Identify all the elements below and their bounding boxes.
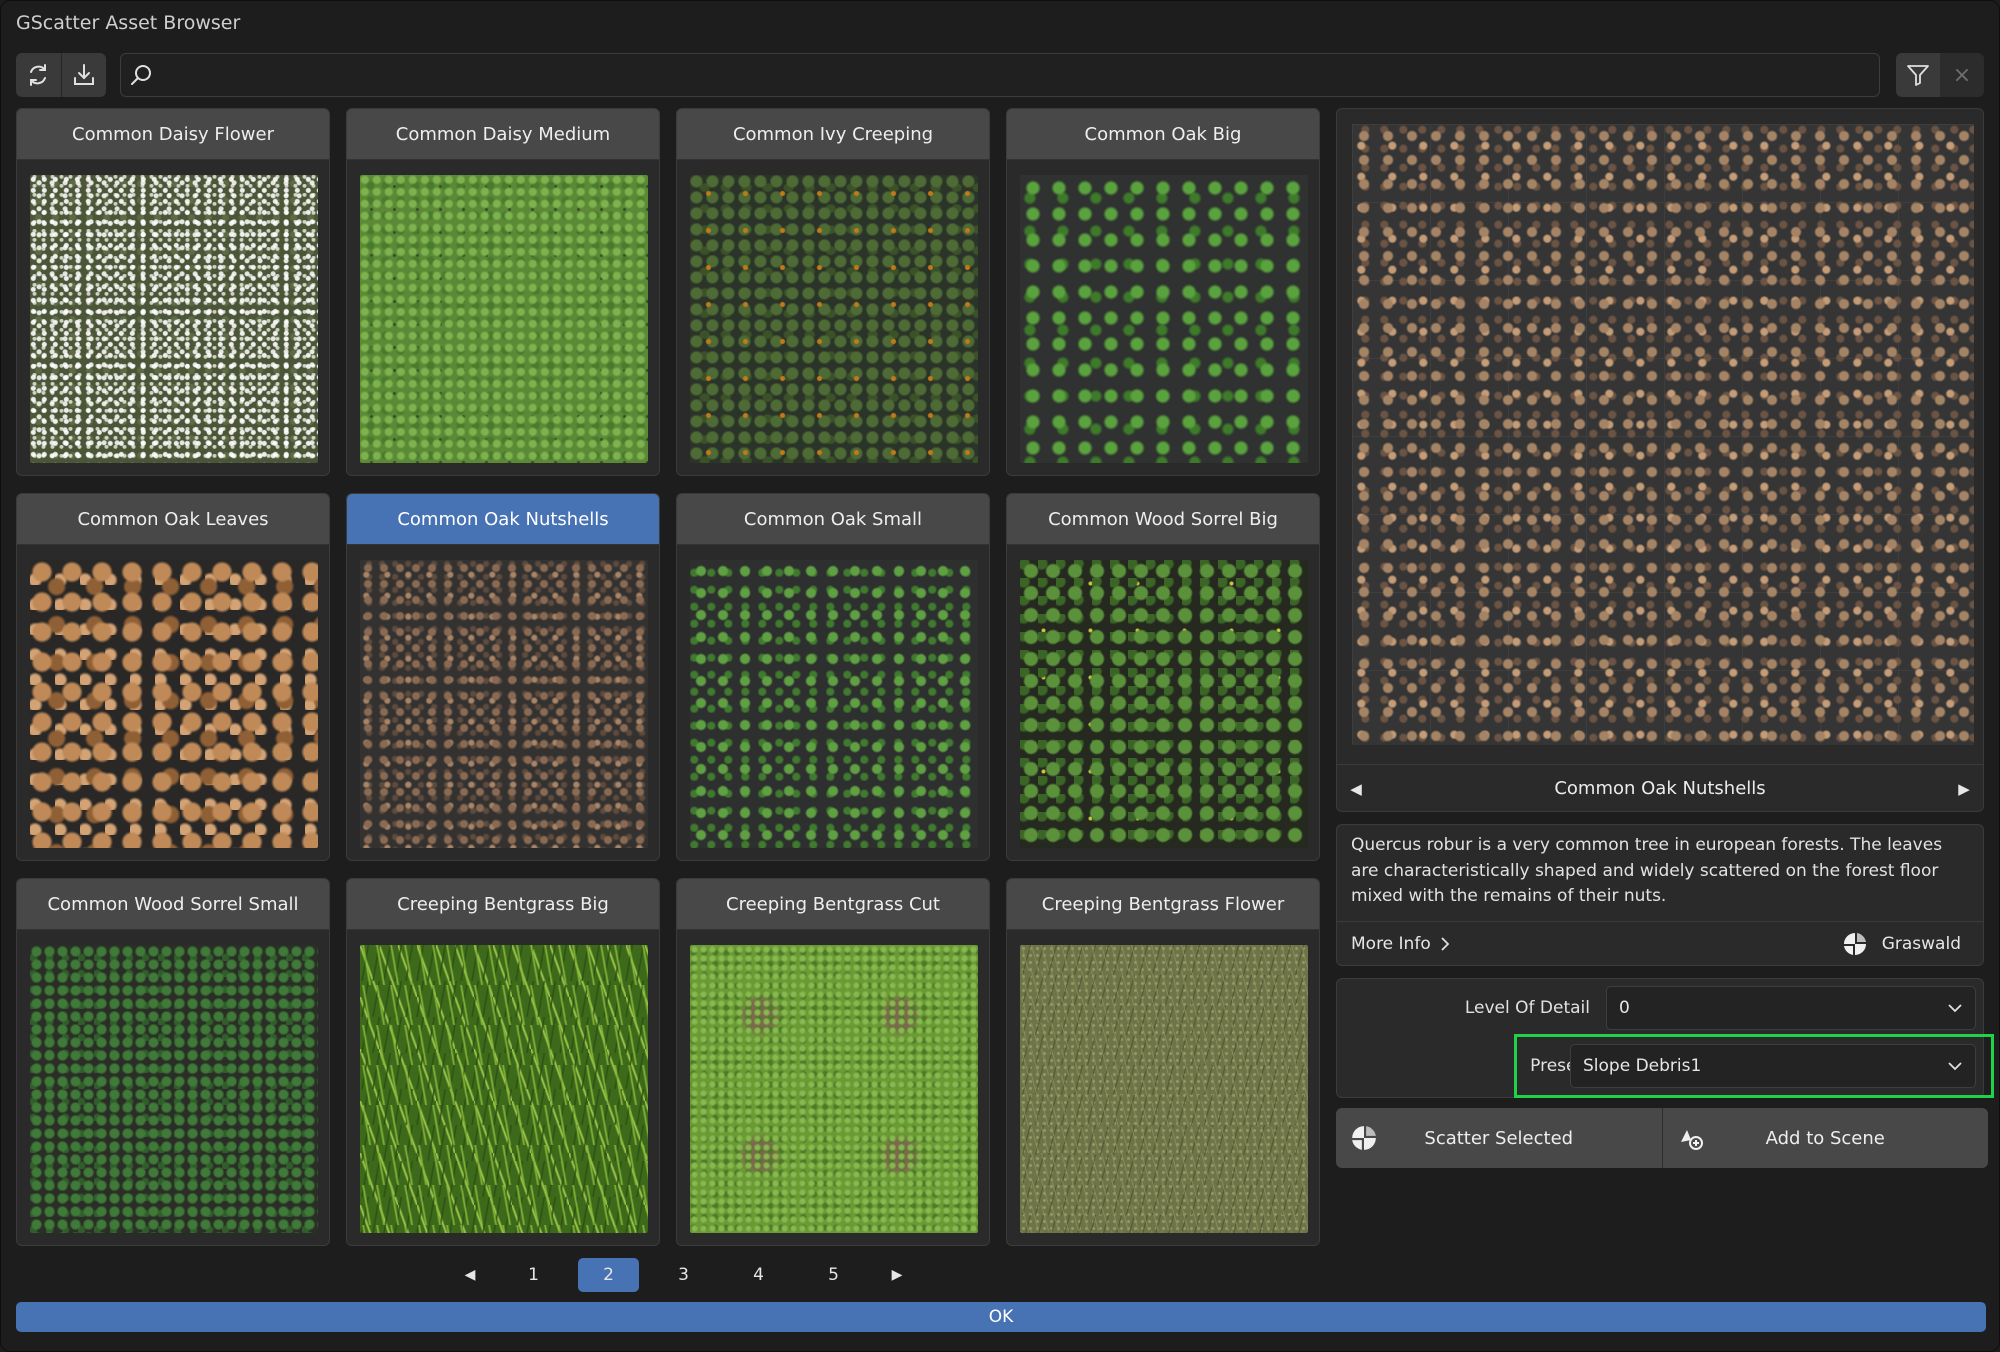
asset-card-title: Common Wood Sorrel Small	[17, 879, 329, 930]
asset-card-common-oak-leaves[interactable]: Common Oak Leaves	[16, 493, 330, 861]
asset-card-title: Common Oak Nutshells	[347, 494, 659, 545]
scatter-selected-label: Scatter Selected	[1424, 1127, 1574, 1149]
download-button[interactable]	[60, 53, 107, 97]
asset-card-creeping-bentgrass-flower[interactable]: Creeping Bentgrass Flower	[1006, 878, 1320, 1246]
author-link[interactable]: Graswald	[1842, 931, 1961, 957]
lod-label: Level Of Detail	[1464, 998, 1590, 1018]
filter-button[interactable]	[1896, 53, 1940, 97]
info-row: More Info Graswald	[1337, 921, 1983, 965]
asset-thumbnail	[360, 175, 648, 463]
search-bar	[120, 53, 1880, 97]
asset-card-common-oak-nutshells[interactable]: Common Oak Nutshells	[346, 493, 660, 861]
page-2-button[interactable]: 2	[578, 1258, 639, 1292]
asset-thumbnail	[30, 945, 318, 1233]
asset-thumbnail	[690, 560, 978, 848]
asset-thumbnail	[30, 175, 318, 463]
page-3-button[interactable]: 3	[646, 1258, 721, 1292]
asset-thumbnail	[690, 945, 978, 1233]
asset-description: Quercus robur is a very common tree in e…	[1351, 835, 1943, 906]
next-asset-button[interactable]: ▶	[1944, 769, 1984, 809]
page-1-button[interactable]: 1	[496, 1258, 571, 1292]
asset-card-title: Common Wood Sorrel Big	[1007, 494, 1319, 545]
asset-card-common-wood-sorrel-big[interactable]: Common Wood Sorrel Big	[1006, 493, 1320, 861]
search-icon	[131, 65, 151, 85]
add-to-scene-button[interactable]: Add to Scene	[1661, 1108, 1989, 1168]
presets-highlight	[1514, 1034, 1994, 1098]
asset-card-title: Common Daisy Flower	[17, 109, 329, 160]
asset-thumbnail	[360, 560, 648, 848]
scatter-selected-button[interactable]: Scatter Selected	[1336, 1108, 1662, 1168]
lod-dropdown[interactable]: 0	[1606, 986, 1976, 1030]
add-asset-icon	[1680, 1130, 1703, 1150]
page-4-button[interactable]: 4	[721, 1258, 796, 1292]
download-icon	[73, 64, 94, 85]
previous-page-button[interactable]: ◀	[444, 1258, 496, 1292]
asset-card-common-wood-sorrel-small[interactable]: Common Wood Sorrel Small	[16, 878, 330, 1246]
action-bar: Scatter Selected Add to Scene	[1336, 1108, 1988, 1168]
asset-card-title: Common Daisy Medium	[347, 109, 659, 160]
lod-value: 0	[1619, 998, 1630, 1018]
asset-thumbnail	[1020, 560, 1308, 848]
page-5-button[interactable]: 5	[796, 1258, 871, 1292]
asset-card-common-ivy-creeping[interactable]: Common Ivy Creeping	[676, 108, 990, 476]
asset-thumbnail	[1020, 175, 1308, 463]
add-to-scene-label: Add to Scene	[1765, 1127, 1885, 1149]
asset-card-creeping-bentgrass-big[interactable]: Creeping Bentgrass Big	[346, 878, 660, 1246]
scatter-icon	[1352, 1126, 1376, 1150]
asset-card-common-oak-small[interactable]: Common Oak Small	[676, 493, 990, 861]
triangle-left-icon: ◀	[464, 1267, 476, 1283]
clear-filter-button[interactable]: ×	[1940, 53, 1984, 97]
asset-card-title: Creeping Bentgrass Big	[347, 879, 659, 930]
preview-navigation: ◀ Common Oak Nutshells ▶	[1336, 764, 1984, 812]
close-icon: ×	[1952, 62, 1972, 88]
previous-asset-button[interactable]: ◀	[1336, 769, 1376, 809]
asset-thumbnail	[690, 175, 978, 463]
asset-card-title: Common Oak Big	[1007, 109, 1319, 160]
preview-asset-name: Common Oak Nutshells	[1554, 778, 1766, 799]
refresh-button[interactable]	[16, 53, 61, 97]
asset-thumbnail	[360, 945, 648, 1233]
window-title: GScatter Asset Browser	[16, 12, 241, 34]
description-panel: Quercus robur is a very common tree in e…	[1336, 824, 1984, 966]
more-info-label: More Info	[1351, 933, 1431, 954]
graswald-logo-icon	[1843, 932, 1866, 955]
asset-card-creeping-bentgrass-cut[interactable]: Creeping Bentgrass Cut	[676, 878, 990, 1246]
triangle-right-icon: ▶	[1958, 779, 1970, 798]
toolbar-button-group	[16, 53, 106, 97]
asset-card-title: Common Oak Small	[677, 494, 989, 545]
asset-thumbnail	[1020, 945, 1308, 1233]
search-input[interactable]	[171, 60, 1855, 92]
preview-image	[1352, 124, 1974, 745]
chevron-right-icon	[1441, 936, 1450, 951]
triangle-left-icon: ◀	[1350, 779, 1362, 798]
next-page-button[interactable]: ▶	[871, 1258, 923, 1292]
more-info-link[interactable]: More Info	[1351, 934, 1451, 954]
triangle-right-icon: ▶	[891, 1267, 903, 1283]
filter-icon	[1907, 65, 1929, 86]
asset-card-common-oak-big[interactable]: Common Oak Big	[1006, 108, 1320, 476]
filter-controls: ×	[1896, 53, 1984, 97]
asset-card-title: Common Ivy Creeping	[677, 109, 989, 160]
pagination: ◀ 1 2 3 4 5 ▶	[444, 1258, 923, 1292]
author-name: Graswald	[1881, 933, 1961, 954]
asset-card-common-daisy-flower[interactable]: Common Daisy Flower	[16, 108, 330, 476]
asset-card-title: Common Oak Leaves	[17, 494, 329, 545]
ok-button[interactable]: OK	[16, 1302, 1986, 1332]
asset-card-common-daisy-medium[interactable]: Common Daisy Medium	[346, 108, 660, 476]
refresh-icon	[30, 64, 47, 86]
asset-card-title: Creeping Bentgrass Cut	[677, 879, 989, 930]
asset-thumbnail	[30, 560, 318, 848]
asset-card-title: Creeping Bentgrass Flower	[1007, 879, 1319, 930]
chevron-down-icon	[1948, 1004, 1962, 1013]
